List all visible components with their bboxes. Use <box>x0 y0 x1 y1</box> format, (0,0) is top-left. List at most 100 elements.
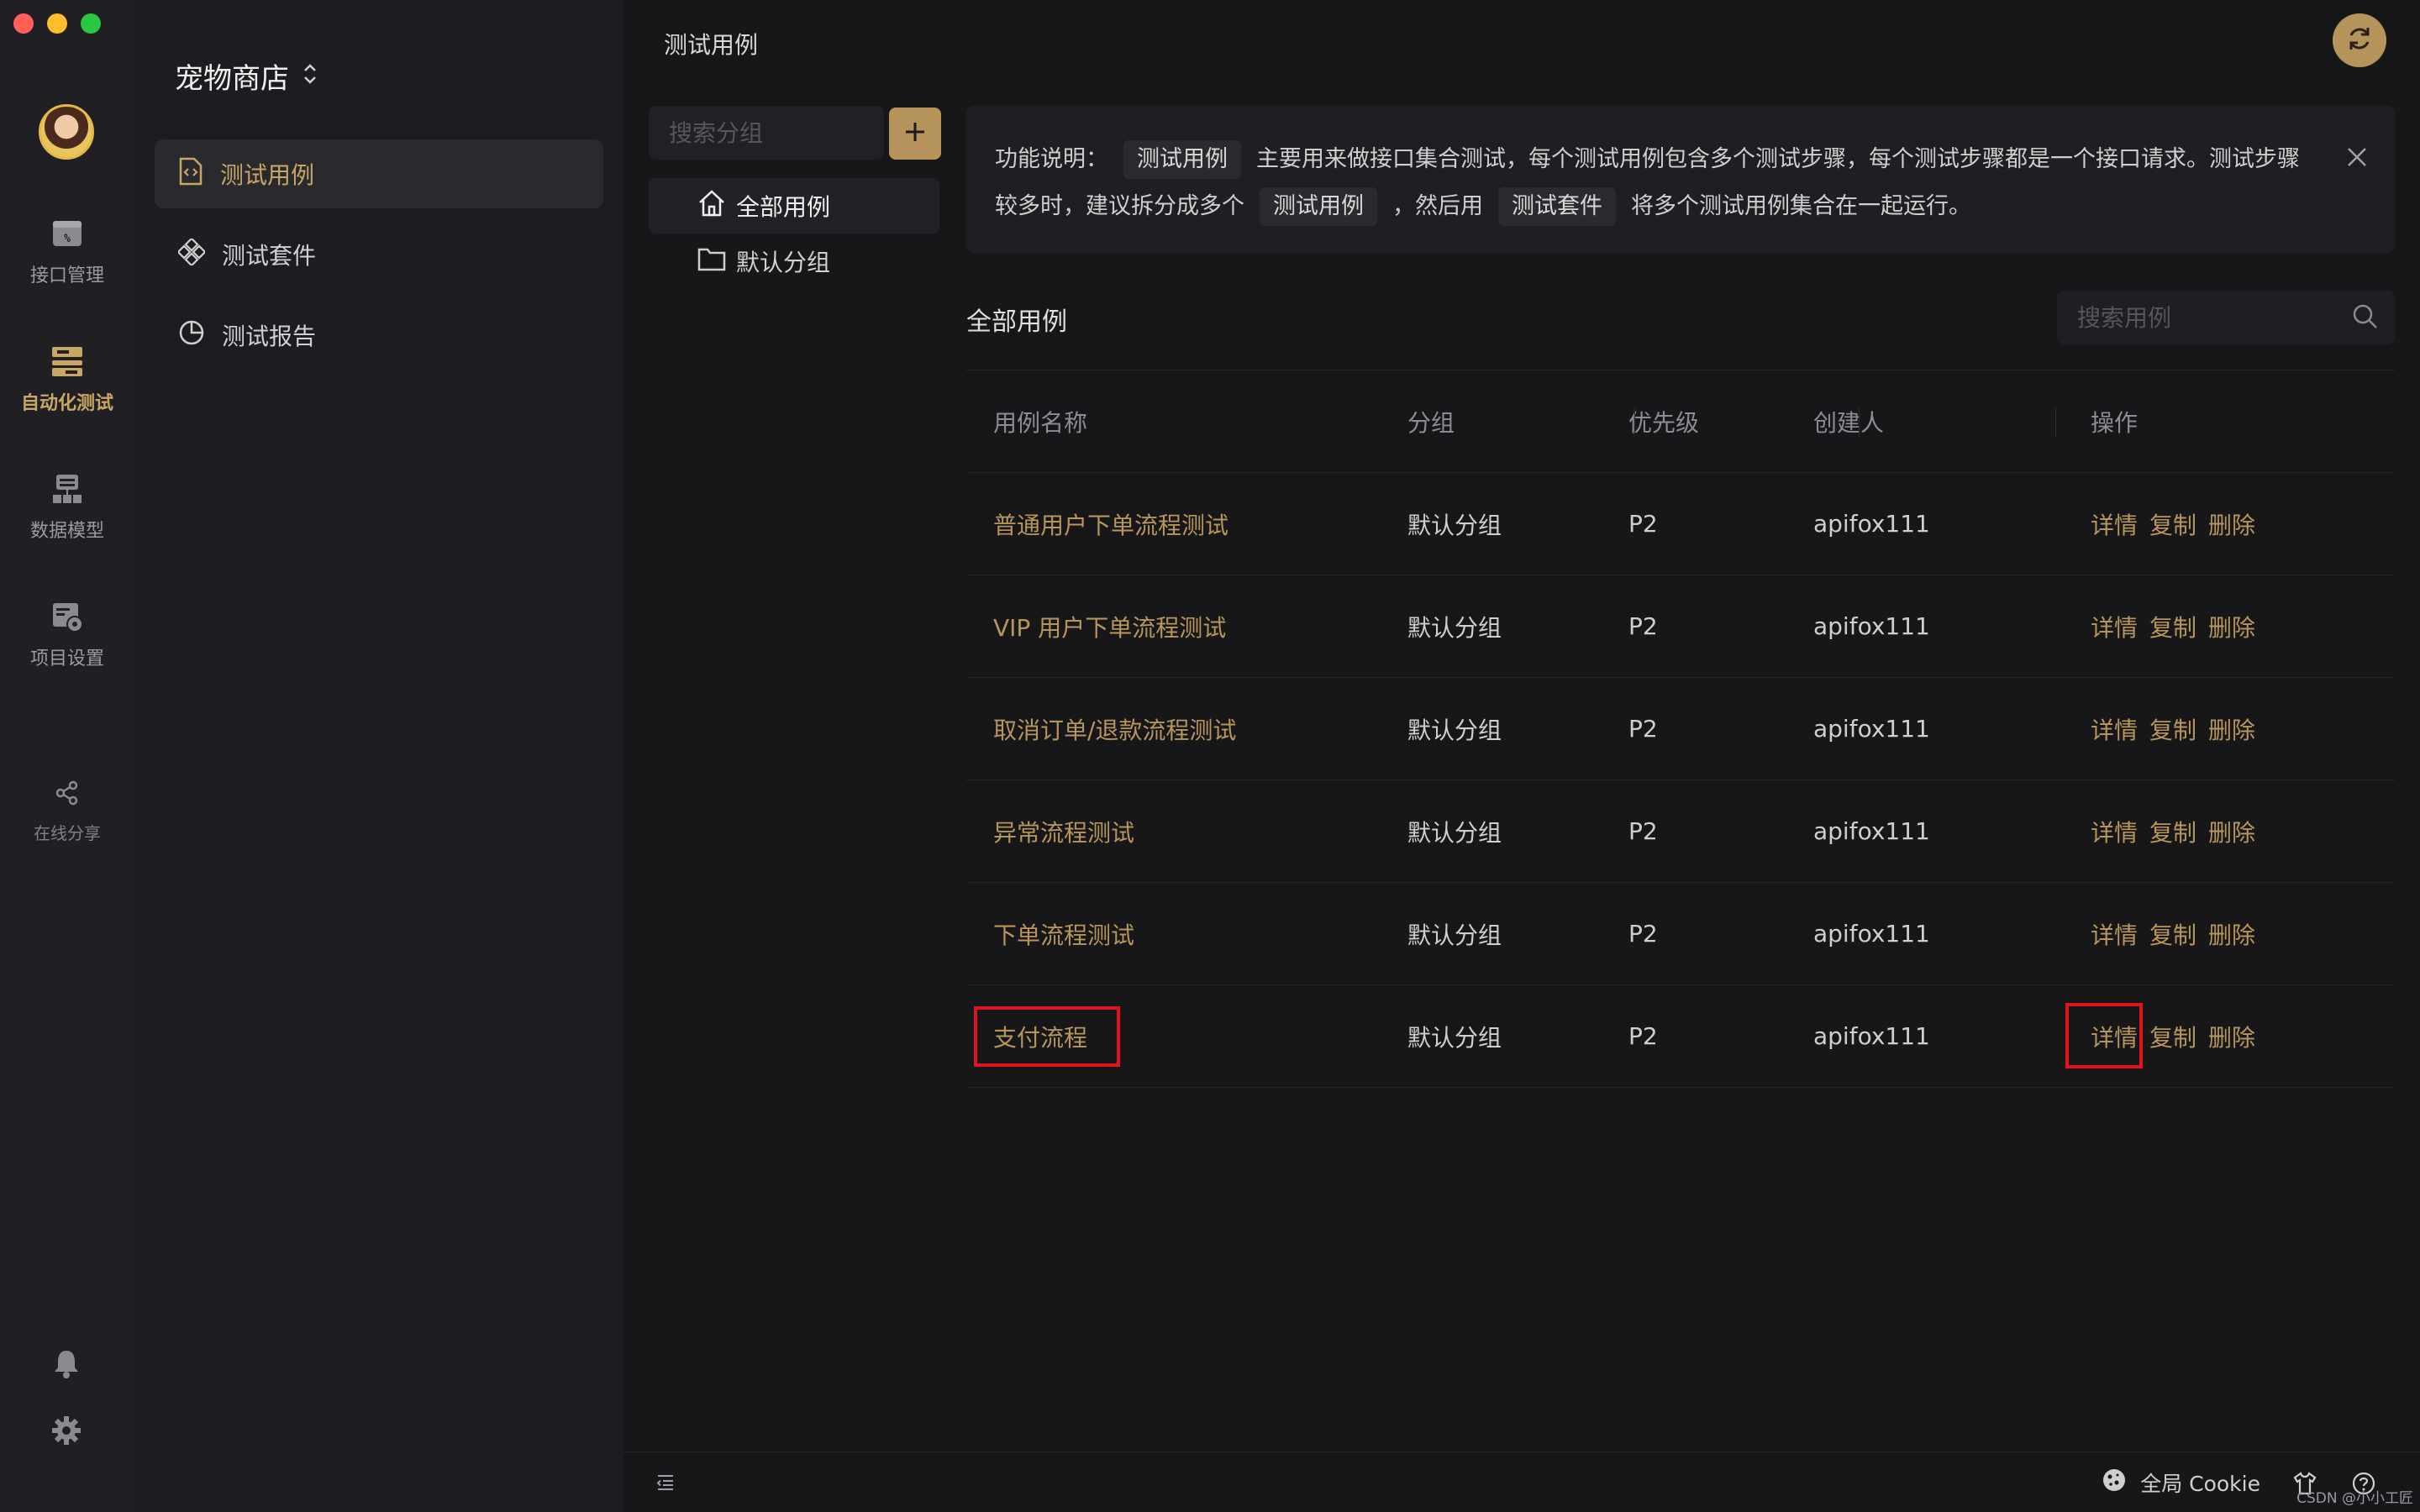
case-priority: P2 <box>1628 677 1813 780</box>
group-item-all[interactable]: 全部用例 <box>649 178 939 234</box>
notice-tag-test-case: 测试用例 <box>1123 140 1241 179</box>
detail-button[interactable]: 详情 <box>2091 819 2138 847</box>
group-item-default[interactable]: 默认分组 <box>649 234 939 289</box>
project-name: 宠物商店 <box>175 62 289 96</box>
case-group: 默认分组 <box>1407 984 1628 1088</box>
top-bar: 测试用例 <box>623 0 2420 84</box>
rail-item-label: 自动化测试 <box>20 393 113 414</box>
notice-prefix: 功能说明： <box>995 146 1108 172</box>
case-owner: apifox111 <box>1813 780 2057 883</box>
detail-button[interactable]: 详情 <box>2091 614 2138 642</box>
table-row: 支付流程 默认分组 P2 apifox111 详情 复制 删除 <box>966 984 2395 1088</box>
case-name-link[interactable]: 普通用户下单流程测试 <box>966 472 1407 575</box>
sync-button[interactable] <box>2333 13 2386 67</box>
case-priority: P2 <box>1628 780 1813 883</box>
rail-item-api[interactable]: % 接口管理 <box>0 215 134 287</box>
project-switcher[interactable]: 宠物商店 <box>175 55 318 97</box>
copy-button[interactable]: 复制 <box>2149 614 2196 642</box>
close-window-button[interactable] <box>13 13 34 34</box>
avatar[interactable] <box>39 104 94 160</box>
case-priority: P2 <box>1628 882 1813 985</box>
copy-button[interactable]: 复制 <box>2149 921 2196 949</box>
folder-icon <box>697 246 726 277</box>
main-area: 测试用例 全部用例 <box>623 0 2420 1512</box>
delete-button[interactable]: 删除 <box>2208 921 2255 949</box>
case-owner: apifox111 <box>1813 575 2057 678</box>
rail-item-label: 接口管理 <box>29 265 104 286</box>
share-online-button[interactable]: 在线分享 <box>0 774 134 844</box>
rail-item-automation[interactable]: 自动化测试 <box>0 343 134 415</box>
nav-item-test-suite[interactable]: 测试套件 <box>155 220 603 289</box>
sync-icon <box>2345 24 2374 56</box>
case-actions: 详情 复制 删除 <box>2057 575 2395 678</box>
minimize-window-button[interactable] <box>47 13 67 34</box>
test-report-icon <box>178 319 205 352</box>
case-group: 默认分组 <box>1407 575 1628 678</box>
copy-button[interactable]: 复制 <box>2149 1024 2196 1052</box>
close-icon[interactable] <box>2346 138 2368 185</box>
group-search-input[interactable] <box>649 106 884 160</box>
delete-button[interactable]: 删除 <box>2208 512 2255 539</box>
svg-text:%: % <box>64 233 71 245</box>
page-title: 测试用例 <box>664 31 759 59</box>
case-priority: P2 <box>1628 984 1813 1088</box>
case-name-link[interactable]: 下单流程测试 <box>966 882 1407 985</box>
case-owner: apifox111 <box>1813 984 2057 1088</box>
module-sidebar: 宠物商店 测试用例 测试套件 测试报告 <box>134 0 623 1512</box>
window-controls <box>13 13 101 34</box>
bell-icon[interactable] <box>50 1347 82 1383</box>
app-window: % 接口管理 自动化测试 数据模型 项目设置 在线分享 宠物商店 测试用例 测试… <box>0 0 2420 1512</box>
case-group: 默认分组 <box>1407 780 1628 883</box>
detail-button[interactable]: 详情 <box>2091 512 2138 539</box>
nav-item-test-report[interactable]: 测试报告 <box>155 301 603 370</box>
notice-tag-test-case: 测试用例 <box>1260 187 1377 226</box>
module-nav: 测试用例 测试套件 测试报告 <box>155 139 603 381</box>
watermark: CSDN @小小工匠 <box>2296 1490 2413 1507</box>
plus-icon <box>903 120 927 147</box>
table-row: 取消订单/退款流程测试 默认分组 P2 apifox111 详情 复制 删除 <box>966 677 2395 780</box>
api-icon: % <box>49 215 86 252</box>
column-header-group: 分组 <box>1407 370 1628 473</box>
rail-item-label: 数据模型 <box>29 521 104 542</box>
detail-button[interactable]: 详情 <box>2091 717 2138 744</box>
delete-button[interactable]: 删除 <box>2208 717 2255 744</box>
icon-rail: % 接口管理 自动化测试 数据模型 项目设置 在线分享 <box>0 0 134 1512</box>
case-name-link[interactable]: 取消订单/退款流程测试 <box>966 677 1407 780</box>
copy-button[interactable]: 复制 <box>2149 512 2196 539</box>
table-header-row: 用例名称 分组 优先级 创建人 操作 <box>966 370 2395 473</box>
nav-item-label: 测试套件 <box>222 242 317 270</box>
gear-icon[interactable] <box>50 1415 82 1450</box>
highlight-box <box>974 1006 1120 1067</box>
rail-item-data-model[interactable]: 数据模型 <box>0 470 134 543</box>
case-name-link[interactable]: VIP 用户下单流程测试 <box>966 575 1407 678</box>
highlight-box <box>2065 1003 2143 1068</box>
nav-item-test-case[interactable]: 测试用例 <box>155 139 603 208</box>
column-header-name: 用例名称 <box>966 370 1407 473</box>
nav-item-label: 测试报告 <box>222 323 317 350</box>
copy-button[interactable]: 复制 <box>2149 819 2196 847</box>
cookie-label: 全局 Cookie <box>2140 1472 2260 1496</box>
delete-button[interactable]: 删除 <box>2208 614 2255 642</box>
zoom-window-button[interactable] <box>81 13 101 34</box>
search-icon[interactable] <box>2351 302 2380 334</box>
rail-item-project-settings[interactable]: 项目设置 <box>0 598 134 670</box>
collapse-sidebar-icon[interactable] <box>655 1473 676 1496</box>
chevron-up-down-icon <box>302 60 318 93</box>
copy-button[interactable]: 复制 <box>2149 717 2196 744</box>
global-cookie-button[interactable]: 全局 Cookie <box>2102 1467 2260 1498</box>
column-divider <box>1634 408 1635 437</box>
detail-button[interactable]: 详情 <box>2091 921 2138 949</box>
case-name-link[interactable]: 异常流程测试 <box>966 780 1407 883</box>
delete-button[interactable]: 删除 <box>2208 1024 2255 1052</box>
bottom-bar: 全局 Cookie CSDN @小小工匠 <box>623 1452 2420 1512</box>
group-item-label: 全部用例 <box>736 193 831 221</box>
add-group-button[interactable] <box>889 108 941 160</box>
case-owner: apifox111 <box>1813 472 2057 575</box>
notice-text: ，然后用 <box>1392 193 1483 219</box>
delete-button[interactable]: 删除 <box>2208 819 2255 847</box>
table-row: 普通用户下单流程测试 默认分组 P2 apifox111 详情 复制 删除 <box>966 472 2395 575</box>
case-search-input[interactable] <box>2057 291 2395 344</box>
case-actions: 详情 复制 删除 <box>2057 780 2395 883</box>
notice-tag-test-suite: 测试套件 <box>1498 187 1616 226</box>
case-actions: 详情 复制 删除 <box>2057 882 2395 985</box>
